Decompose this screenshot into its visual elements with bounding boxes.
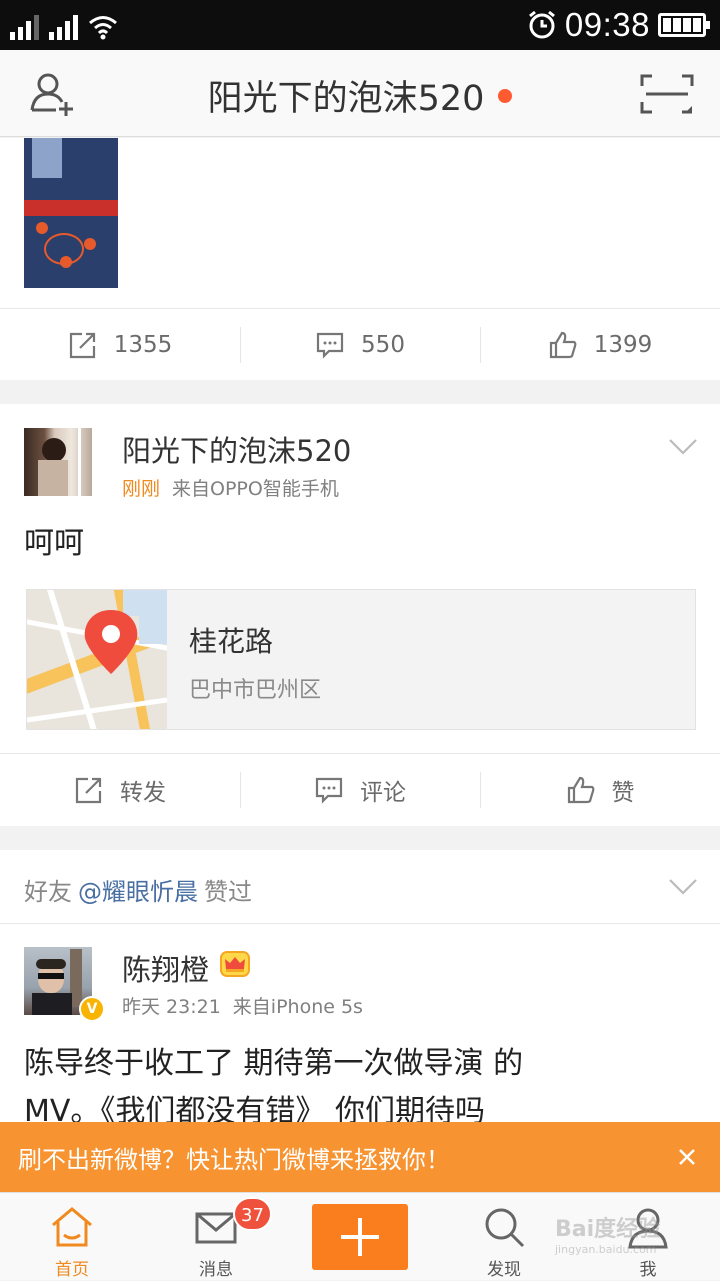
post-actions-bar: 1355 550 1399 [0,308,720,380]
status-bar: 09:38 [0,0,720,50]
post-source: 来自OPPO智能手机 [172,478,339,500]
alarm-icon [528,10,555,39]
page-title[interactable]: 阳光下的泡沫520 [0,70,720,121]
tab-home[interactable]: 首页 [22,1193,122,1281]
post-image-thumbnail[interactable] [24,138,118,288]
unread-count-badge: 37 [233,1197,272,1231]
friend-suffix: 赞过 [204,878,252,906]
location-card[interactable]: 桂花路 巴中市巴州区 [26,589,696,730]
comment-label: 评论 [360,779,406,806]
tab-home-label: 首页 [55,1260,89,1280]
location-name: 桂花路 [189,625,274,658]
watermark-url: jingyan.baidu.com [555,1243,657,1256]
post-meta: 昨天 23:21 来自iPhone 5s [122,992,363,1019]
page-title-text: 阳光下的泡沫520 [207,79,485,119]
post-source: 来自iPhone 5s [232,996,363,1018]
post-card-previous: 1355 550 1399 [0,138,720,380]
repost-button[interactable]: 1355 [0,309,240,380]
repost-icon [75,777,102,803]
post-time: 刚刚 [122,478,161,500]
tab-discover-label: 发现 [487,1260,521,1280]
tab-messages-label: 消息 [199,1260,233,1280]
banner-message: 刷不出新微博？快让热门微博来拯救你！ [18,1146,450,1174]
like-count: 1399 [593,331,653,358]
post-time: 昨天 23:21 [122,996,221,1018]
post-card: 阳光下的泡沫520 刚刚 来自OPPO智能手机 呵呵 桂花路 巴中市巴州区 转发… [0,404,720,826]
watermark: Bai度经验 jingyan.baidu.com [555,1211,660,1256]
thumbs-up-icon [549,331,577,358]
post-actions-bar: 转发 评论 赞 [0,753,720,825]
signal-strength-icon [10,14,39,40]
friend-mention-link[interactable]: @耀眼忻晨 [78,878,198,906]
compose-button[interactable] [312,1204,408,1270]
envelope-icon [195,1212,237,1244]
post-text: 呵呵 [24,526,84,561]
friend-prefix: 好友 [24,878,72,906]
hot-posts-banner[interactable]: 刷不出新微博？快让热门微博来拯救你！ [0,1122,720,1192]
tab-discover[interactable]: 发现 [454,1193,554,1281]
clock-time: 09:38 [564,6,650,43]
repost-label: 转发 [120,779,166,806]
comment-count: 550 [361,331,405,358]
repost-icon [69,332,95,358]
comment-icon [315,777,343,804]
verified-badge: V [79,996,105,1022]
vip-crown-icon[interactable] [220,951,250,977]
friend-liked-header: 好友 @耀眼忻晨 赞过 [0,850,720,924]
bottom-tab-bar: 首页 消息 37 发现 我 Bai度经验 jingyan.baidu.com [0,1192,720,1280]
map-thumbnail [27,590,167,729]
chevron-down-icon[interactable] [668,438,698,456]
like-button[interactable]: 1399 [480,309,720,380]
plus-icon [341,1218,379,1256]
friend-liked-text: 好友 @耀眼忻晨 赞过 [24,872,252,907]
post-meta: 刚刚 来自OPPO智能手机 [122,474,339,501]
new-content-dot [498,89,513,103]
home-icon [52,1207,92,1247]
comment-button[interactable]: 550 [240,309,480,380]
post-author-name[interactable]: 阳光下的泡沫520 [122,428,351,470]
close-icon[interactable] [670,1140,704,1174]
battery-icon [658,13,710,37]
repost-button[interactable]: 转发 [0,754,240,825]
tab-me-label: 我 [639,1260,657,1280]
thumbs-up-icon [567,776,594,803]
post-card-friend-liked: 好友 @耀眼忻晨 赞过 V 陈翔橙 昨天 23:21 来自iPhone 5s 陈导终于… [0,850,720,1129]
wifi-icon [89,16,117,40]
comment-button[interactable]: 评论 [240,754,480,825]
like-button[interactable]: 赞 [480,754,720,825]
repost-count: 1355 [113,331,173,358]
top-nav-bar: 阳光下的泡沫520 [0,50,720,137]
post-text-line-1: 陈导终于收工了 期待第一次做导演 的 [24,1046,524,1081]
chevron-down-icon[interactable] [668,878,698,896]
post-author-name[interactable]: 陈翔橙 [122,947,209,989]
location-area: 巴中市巴州区 [189,678,322,703]
signal-strength-2-icon [49,14,78,40]
watermark-brand: Bai度经验 [555,1217,661,1242]
avatar[interactable] [24,428,92,496]
like-label: 赞 [611,779,635,806]
search-icon [485,1208,525,1248]
comment-icon [316,332,344,359]
scan-icon[interactable] [640,74,694,114]
